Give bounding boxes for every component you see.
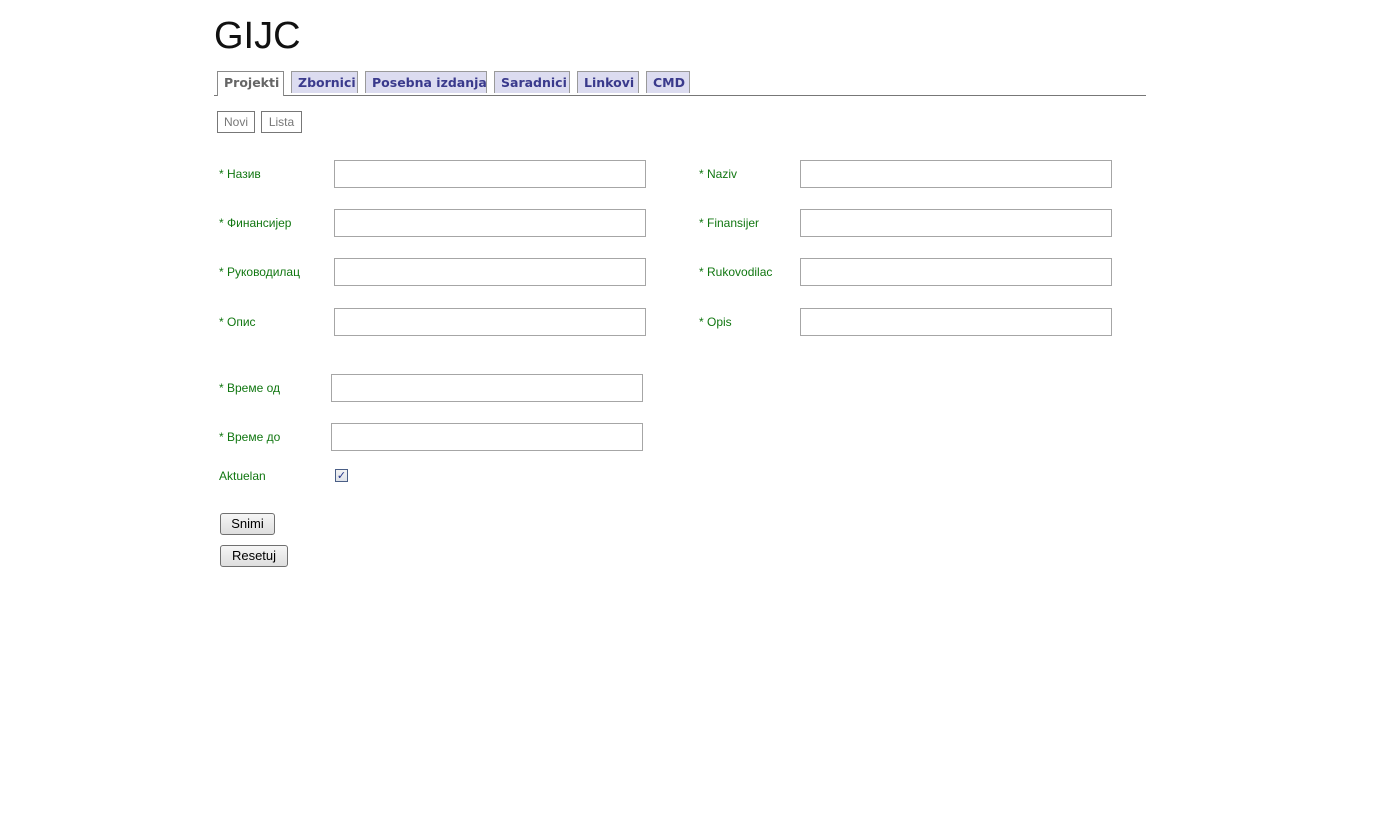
aktuelan-checkbox[interactable]: ✓ xyxy=(335,469,348,482)
rukovodilac-cyr-label: * Руководилац xyxy=(219,265,300,279)
naziv-lat-input[interactable] xyxy=(800,160,1112,188)
tab-linkovi[interactable]: Linkovi xyxy=(577,71,639,93)
novi-button[interactable]: Novi xyxy=(217,111,255,133)
vreme-od-input[interactable] xyxy=(331,374,643,402)
naziv-cyr-input[interactable] xyxy=(334,160,646,188)
tab-cmd[interactable]: CMD xyxy=(646,71,690,93)
finansijer-cyr-input[interactable] xyxy=(334,209,646,237)
page: GIJC Projekti Zbornici Posebna izdanja S… xyxy=(0,0,1377,832)
tab-zbornici[interactable]: Zbornici xyxy=(291,71,358,93)
vreme-od-label: * Време од xyxy=(219,381,281,395)
tab-posebna-izdanja[interactable]: Posebna izdanja xyxy=(365,71,487,93)
naziv-cyr-label: * Назив xyxy=(219,167,261,181)
app-title: GIJC xyxy=(214,15,301,57)
finansijer-lat-input[interactable] xyxy=(800,209,1112,237)
opis-cyr-label: * Опис xyxy=(219,315,256,329)
finansijer-lat-label: * Finansijer xyxy=(699,216,760,230)
rukovodilac-cyr-input[interactable] xyxy=(334,258,646,286)
tab-saradnici[interactable]: Saradnici xyxy=(494,71,570,93)
tab-projekti[interactable]: Projekti xyxy=(217,71,284,96)
resetuj-button[interactable]: Resetuj xyxy=(220,545,288,567)
opis-lat-input[interactable] xyxy=(800,308,1112,336)
rukovodilac-lat-input[interactable] xyxy=(800,258,1112,286)
tab-bar: Projekti Zbornici Posebna izdanja Saradn… xyxy=(214,71,1146,96)
opis-cyr-input[interactable] xyxy=(334,308,646,336)
checkmark-icon: ✓ xyxy=(336,469,347,482)
finansijer-cyr-label: * Финансијер xyxy=(219,216,292,230)
vreme-do-label: * Време до xyxy=(219,430,281,444)
lista-button[interactable]: Lista xyxy=(261,111,302,133)
rukovodilac-lat-label: * Rukovodilac xyxy=(699,265,773,279)
snimi-button[interactable]: Snimi xyxy=(220,513,275,535)
opis-lat-label: * Opis xyxy=(699,315,732,329)
aktuelan-label: Aktuelan xyxy=(219,469,266,483)
vreme-do-input[interactable] xyxy=(331,423,643,451)
naziv-lat-label: * Naziv xyxy=(699,167,738,181)
